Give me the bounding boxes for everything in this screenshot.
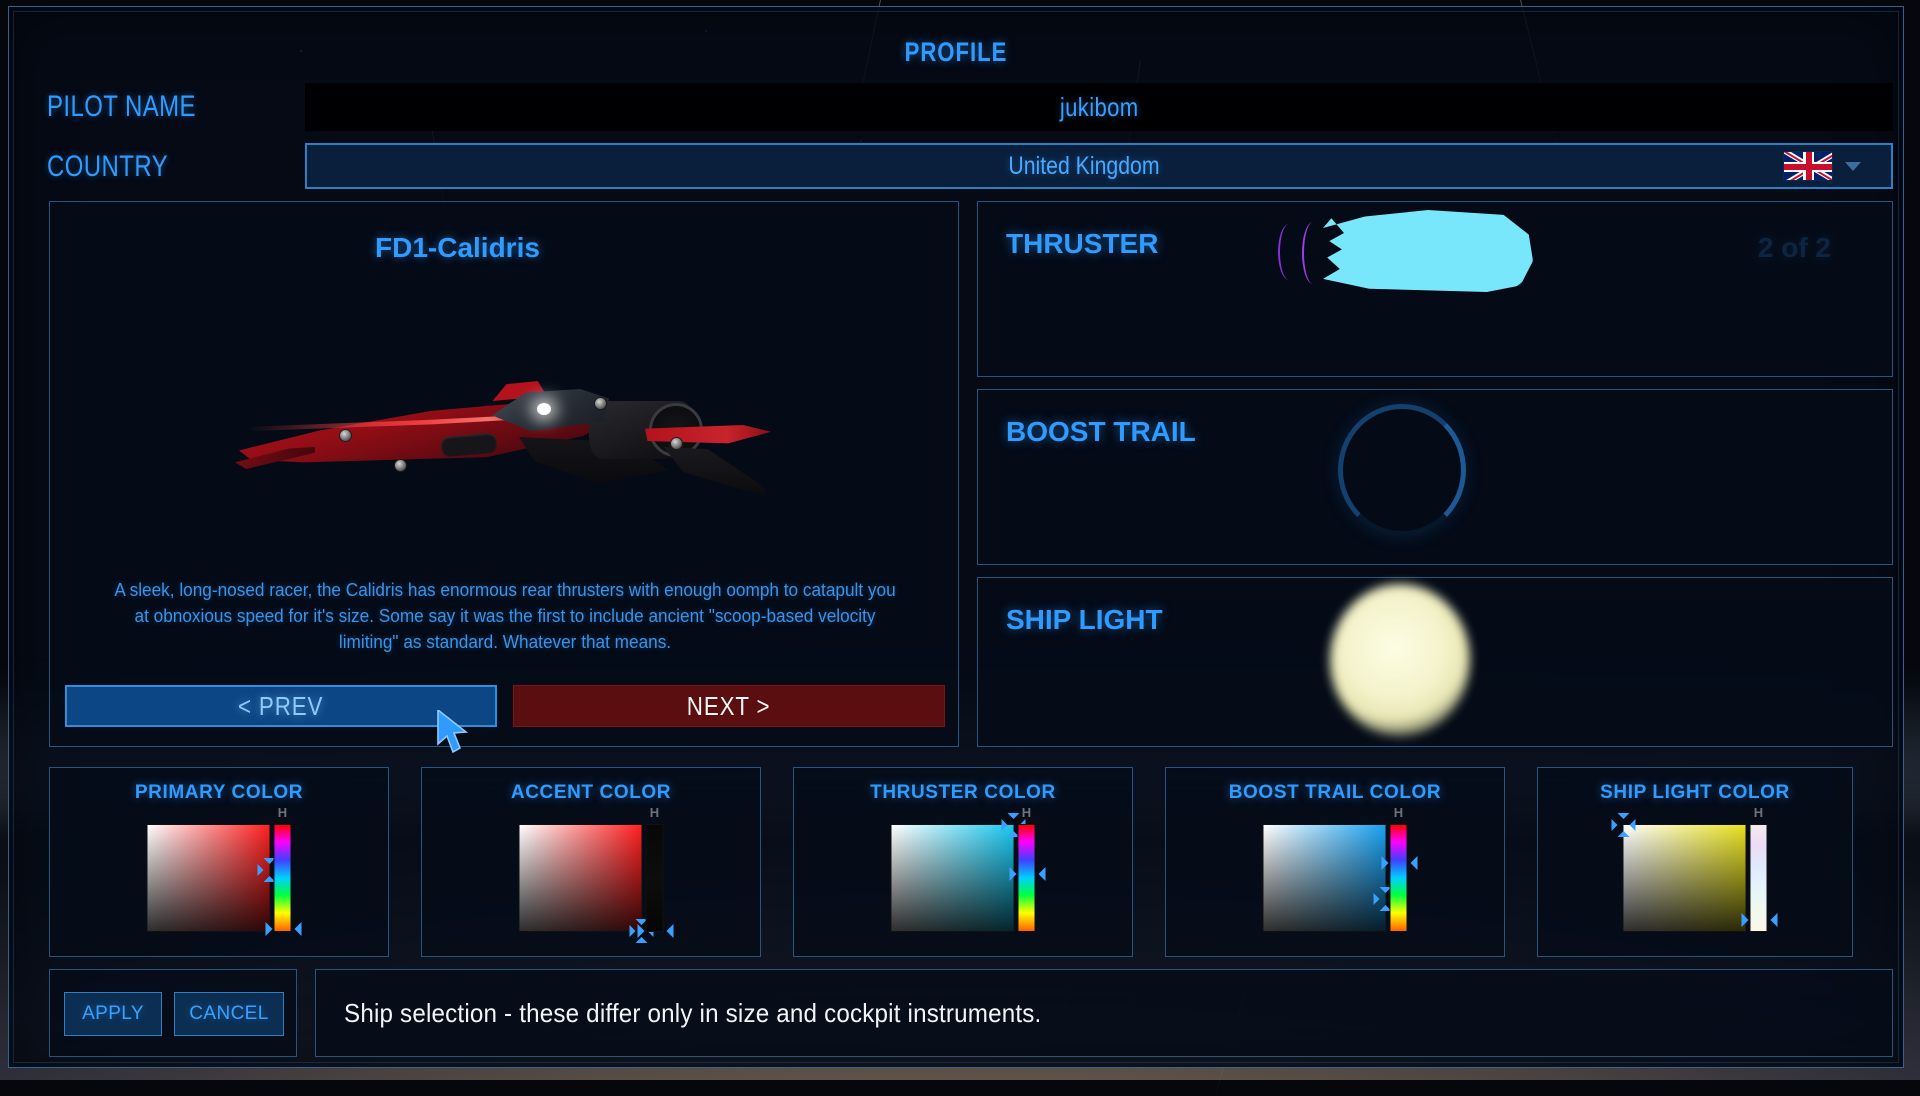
boost-trail-preview-panel: BOOST TRAIL: [977, 389, 1893, 565]
color-picker-controls: H: [147, 824, 292, 932]
boost-trail-ring: [1338, 404, 1466, 536]
hue-marker-icon[interactable]: [1382, 856, 1418, 870]
hue-slider[interactable]: H: [1750, 824, 1768, 932]
pilot-name-value: jukibom: [1060, 92, 1139, 123]
color-picker-title: PRIMARY COLOR: [50, 782, 388, 804]
color-picker-0[interactable]: PRIMARY COLORH: [49, 767, 389, 957]
hue-slider[interactable]: H: [274, 824, 292, 932]
saturation-value-field[interactable]: [891, 824, 1015, 932]
hue-marker-icon[interactable]: [1010, 867, 1046, 881]
ship-light-preview-panel: SHIP LIGHT: [977, 577, 1893, 747]
action-buttons: APPLY CANCEL: [49, 969, 297, 1057]
bottom-bar: APPLY CANCEL Ship selection - these diff…: [49, 969, 1893, 1057]
saturation-value-field[interactable]: [519, 824, 643, 932]
ship-light-orb: [1330, 584, 1470, 736]
color-picker-title: BOOST TRAIL COLOR: [1166, 782, 1504, 804]
thruster-shock-arc: [1302, 222, 1324, 284]
apply-label: APPLY: [82, 1003, 144, 1025]
hue-slider[interactable]: H: [646, 824, 664, 932]
prev-ship-button[interactable]: < PREV: [65, 685, 497, 727]
color-picker-controls: H: [1623, 824, 1768, 932]
hue-marker-icon[interactable]: [266, 922, 302, 936]
hue-slider-label: H: [1754, 805, 1763, 820]
pilot-name-input[interactable]: jukibom: [305, 83, 1893, 131]
cancel-button[interactable]: CANCEL: [174, 992, 284, 1036]
prev-ship-label: < PREV: [238, 691, 323, 722]
saturation-value-field[interactable]: [147, 824, 271, 932]
saturation-value-field[interactable]: [1263, 824, 1387, 932]
status-message: Ship selection - these differ only in si…: [344, 998, 1041, 1029]
ship-light-title: SHIP LIGHT: [1006, 604, 1163, 636]
thruster-shock-arc: [1278, 224, 1300, 280]
cancel-label: CANCEL: [189, 1003, 268, 1025]
sv-marker-icon[interactable]: [1613, 814, 1635, 836]
ship-fin: [657, 447, 767, 501]
boost-trail-title: BOOST TRAIL: [1006, 416, 1196, 448]
saturation-value-field[interactable]: [1623, 824, 1747, 932]
hue-slider-label: H: [1394, 805, 1403, 820]
ship-name: FD1-Calidris: [375, 232, 540, 264]
hue-slider-label: H: [650, 805, 659, 820]
color-picker-1[interactable]: ACCENT COLORH: [421, 767, 761, 957]
country-value: United Kingdom: [1008, 152, 1159, 181]
next-ship-label: NEXT >: [687, 691, 771, 722]
ship-description: A sleek, long-nosed racer, the Calidris …: [105, 577, 905, 655]
thruster-flame: [1323, 210, 1533, 292]
status-message-box: Ship selection - these differ only in si…: [315, 969, 1893, 1057]
next-ship-button[interactable]: NEXT >: [513, 685, 945, 727]
color-picker-title: THRUSTER COLOR: [794, 782, 1132, 804]
pilot-name-label: PILOT NAME: [47, 90, 196, 124]
color-picker-controls: H: [519, 824, 664, 932]
color-picker-title: SHIP LIGHT COLOR: [1538, 782, 1852, 804]
hue-slider[interactable]: H: [1018, 824, 1036, 932]
chevron-down-icon[interactable]: [1845, 162, 1861, 171]
color-picker-3[interactable]: BOOST TRAIL COLORH: [1165, 767, 1505, 957]
country-label: COUNTRY: [47, 150, 168, 184]
country-select[interactable]: United Kingdom: [305, 143, 1893, 189]
canopy-glint: [537, 403, 551, 415]
color-picker-4[interactable]: SHIP LIGHT COLORH: [1537, 767, 1853, 957]
page-title: PROFILE: [179, 37, 1732, 68]
color-picker-2[interactable]: THRUSTER COLORH: [793, 767, 1133, 957]
hue-slider[interactable]: H: [1390, 824, 1408, 932]
hue-slider-label: H: [1022, 805, 1031, 820]
ship-3d-render: [49, 307, 959, 567]
color-picker-controls: H: [891, 824, 1036, 932]
hue-slider-label: H: [278, 805, 287, 820]
color-picker-title: ACCENT COLOR: [422, 782, 760, 804]
hue-marker-icon[interactable]: [1742, 913, 1778, 927]
uk-flag-icon: [1783, 151, 1833, 181]
hue-marker-icon[interactable]: [638, 924, 674, 938]
color-picker-controls: H: [1263, 824, 1408, 932]
thruster-title: THRUSTER: [1006, 228, 1158, 260]
profile-window: PROFILE PILOT NAME jukibom COUNTRY Unite…: [8, 6, 1904, 1068]
thruster-preview-panel: THRUSTER: [977, 201, 1893, 377]
apply-button[interactable]: APPLY: [64, 992, 162, 1036]
